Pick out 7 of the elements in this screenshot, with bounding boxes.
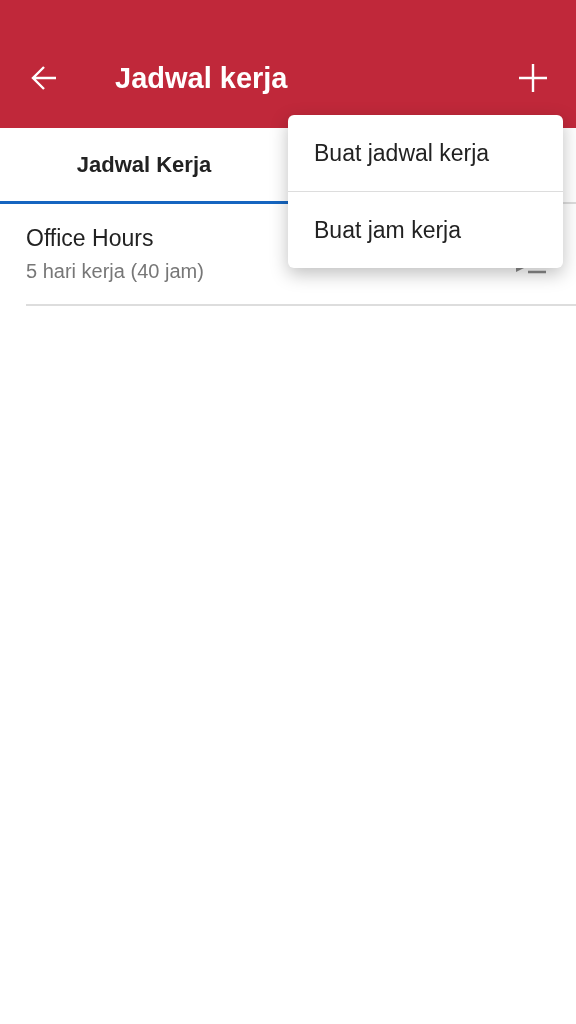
back-arrow-icon[interactable] <box>30 64 58 92</box>
schedule-detail: 5 hari kerja (40 jam) <box>26 260 204 283</box>
screen-title: Jadwal kerja <box>115 61 289 95</box>
schedule-name: Office Hours <box>26 225 154 252</box>
menu-item[interactable]: Buat jam kerja <box>288 191 563 268</box>
add-icon[interactable] <box>518 63 548 93</box>
menu-item[interactable]: Buat jadwal kerja <box>288 115 563 191</box>
